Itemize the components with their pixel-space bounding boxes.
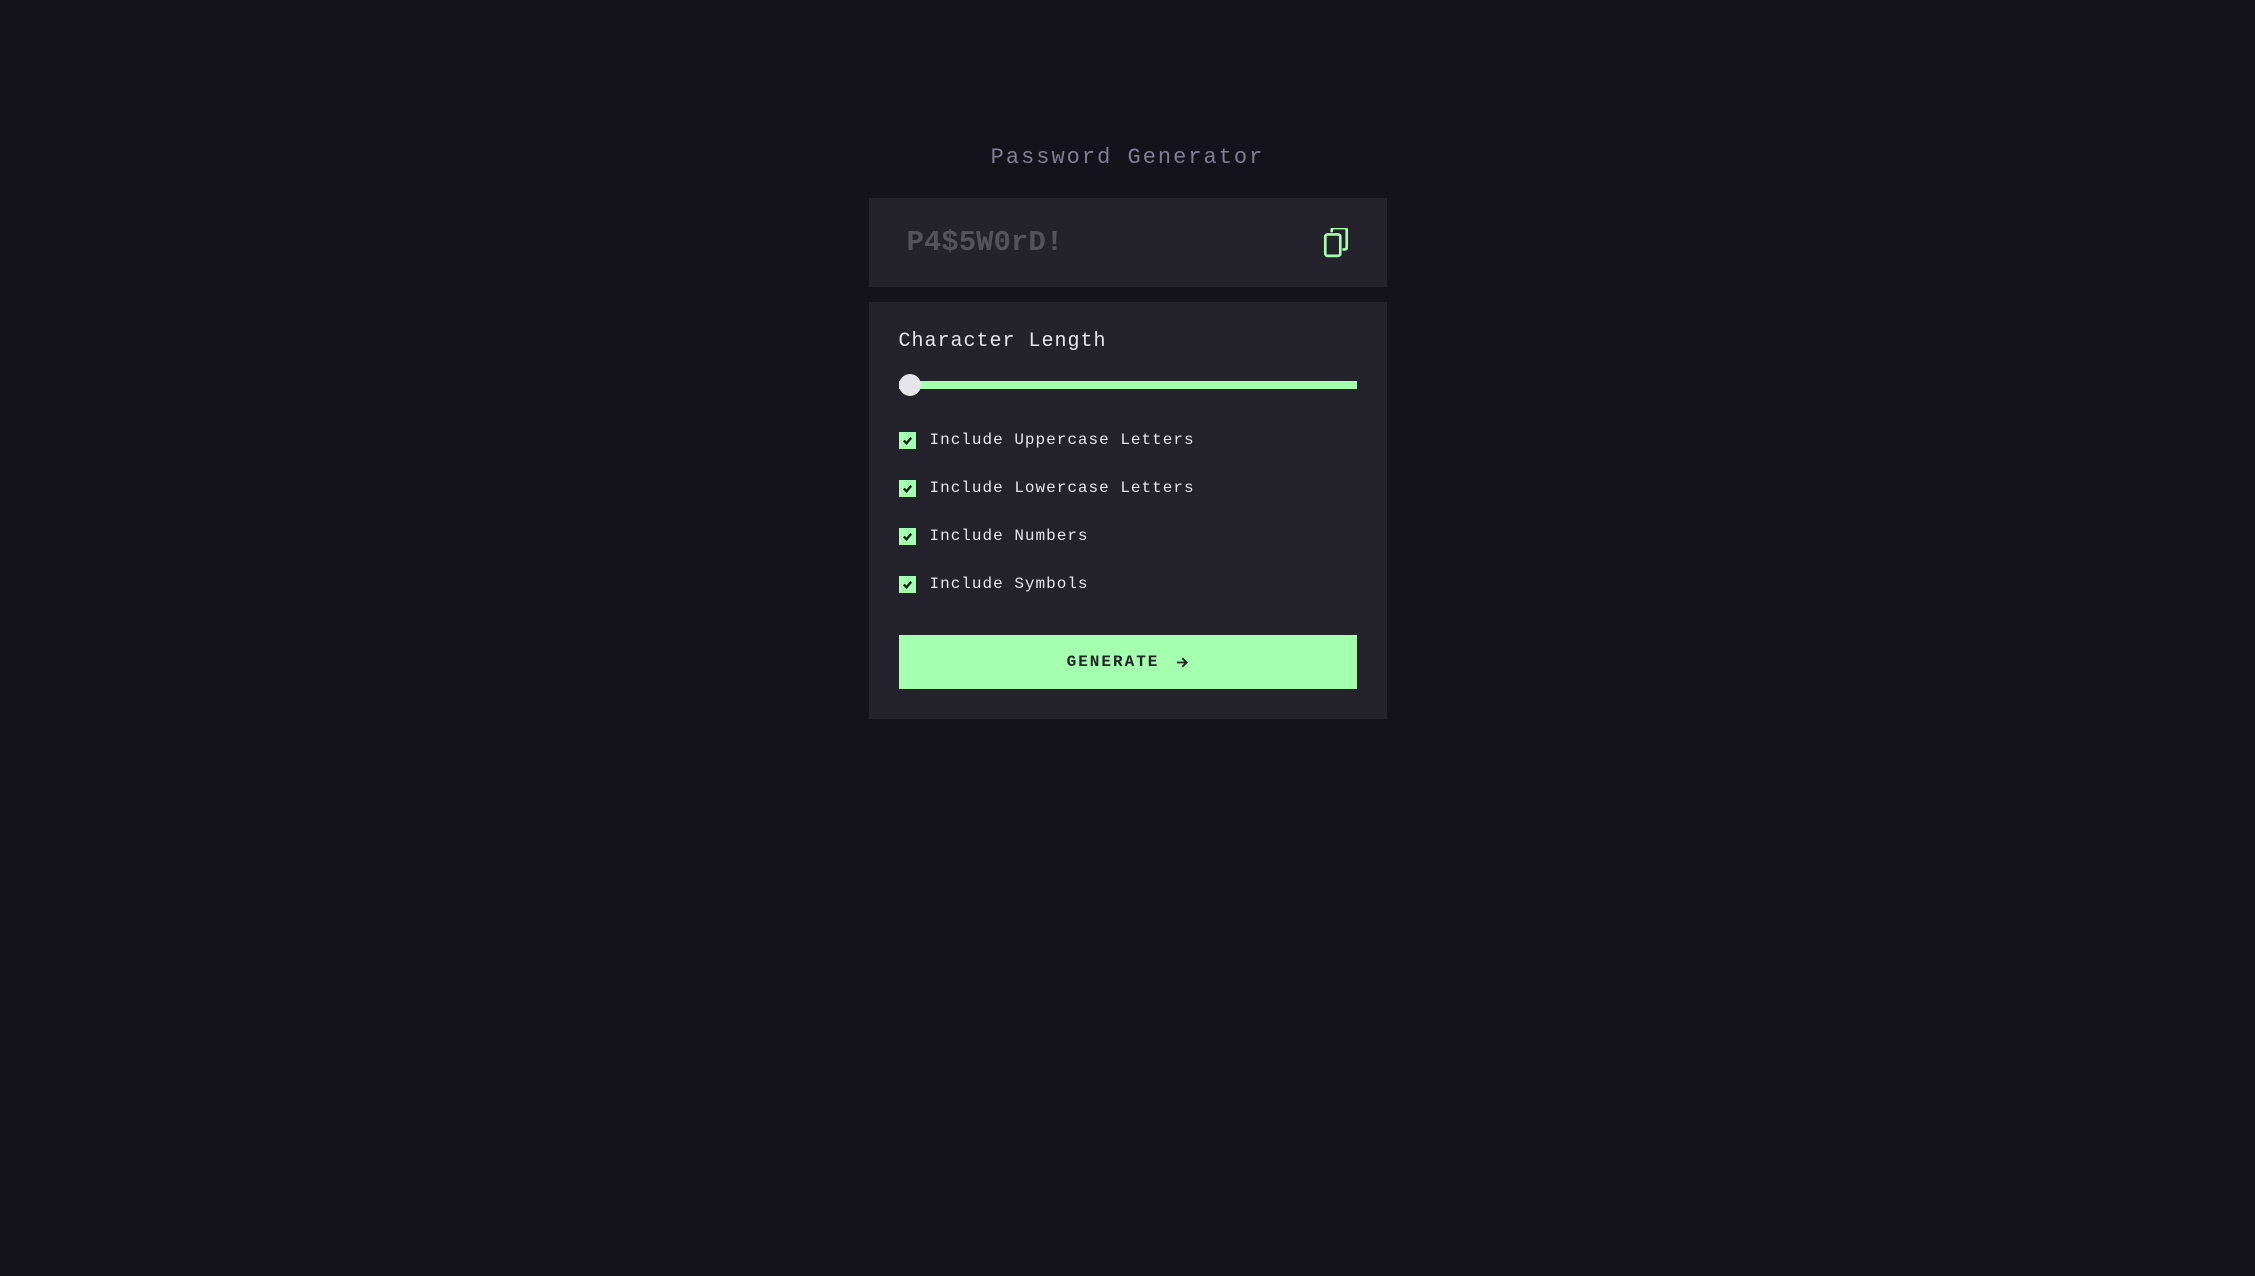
check-icon bbox=[902, 579, 913, 590]
settings-panel: Character Length Include Uppercase Lette… bbox=[869, 302, 1387, 719]
password-output: P4$5W0rD! bbox=[907, 226, 1064, 259]
slider-track bbox=[899, 381, 1357, 389]
slider-thumb[interactable] bbox=[899, 374, 921, 396]
arrow-right-icon bbox=[1177, 657, 1188, 668]
checkbox-group: Include Uppercase Letters Include Lowerc… bbox=[899, 431, 1357, 593]
checkbox-lowercase[interactable] bbox=[899, 480, 916, 497]
checkbox-label-uppercase: Include Uppercase Letters bbox=[930, 431, 1195, 449]
checkbox-label-numbers: Include Numbers bbox=[930, 527, 1089, 545]
password-output-panel: P4$5W0rD! bbox=[869, 198, 1387, 287]
generate-button[interactable]: GENERATE bbox=[899, 635, 1357, 689]
page-title: Password Generator bbox=[991, 145, 1265, 170]
checkbox-label-lowercase: Include Lowercase Letters bbox=[930, 479, 1195, 497]
checkbox-label-symbols: Include Symbols bbox=[930, 575, 1089, 593]
copy-button[interactable] bbox=[1323, 228, 1349, 258]
checkbox-symbols[interactable] bbox=[899, 576, 916, 593]
check-icon bbox=[902, 435, 913, 446]
checkbox-uppercase[interactable] bbox=[899, 432, 916, 449]
checkbox-numbers[interactable] bbox=[899, 528, 916, 545]
checkbox-row-numbers: Include Numbers bbox=[899, 527, 1357, 545]
copy-icon bbox=[1323, 228, 1349, 258]
length-slider[interactable] bbox=[899, 381, 1357, 389]
checkbox-row-lowercase: Include Lowercase Letters bbox=[899, 479, 1357, 497]
check-icon bbox=[902, 531, 913, 542]
check-icon bbox=[902, 483, 913, 494]
length-label: Character Length bbox=[899, 330, 1357, 353]
checkbox-row-uppercase: Include Uppercase Letters bbox=[899, 431, 1357, 449]
checkbox-row-symbols: Include Symbols bbox=[899, 575, 1357, 593]
generate-button-label: GENERATE bbox=[1067, 653, 1160, 671]
